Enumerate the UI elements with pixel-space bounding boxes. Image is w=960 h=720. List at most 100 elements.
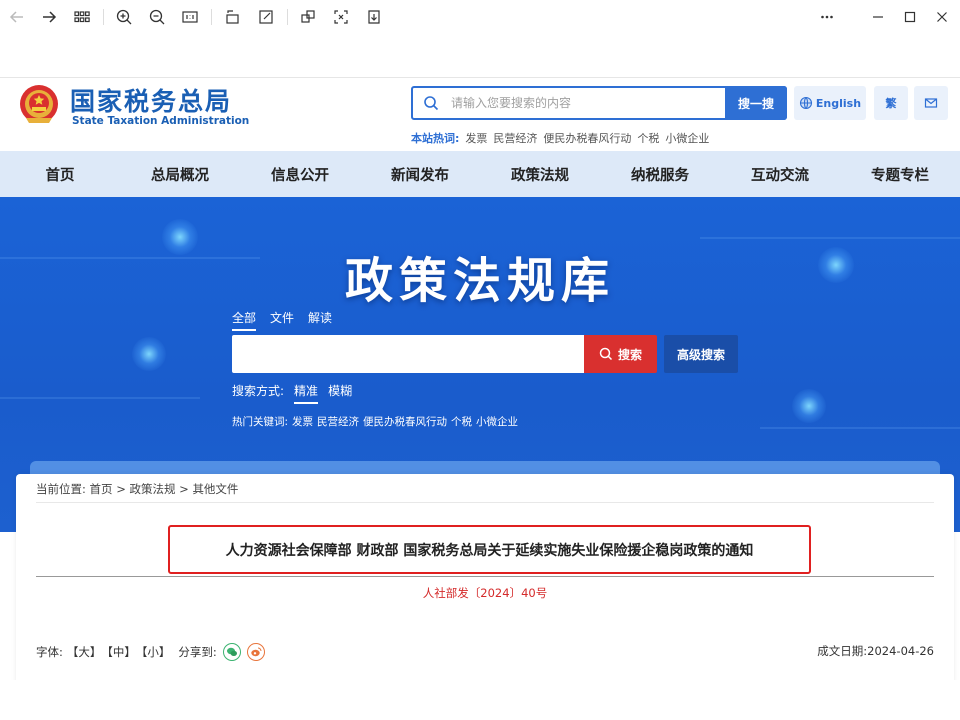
- zoom-out-icon[interactable]: [146, 6, 168, 28]
- document-date: 成文日期:2024-04-26: [817, 643, 934, 659]
- nav-item-tax-service[interactable]: 纳税服务: [600, 151, 720, 197]
- font-small-button[interactable]: 【小】: [136, 644, 171, 660]
- tab-all[interactable]: 全部: [232, 309, 257, 331]
- toolbar-divider: [211, 9, 212, 25]
- hot-word-link[interactable]: 发票: [465, 132, 487, 145]
- more-icon[interactable]: [814, 6, 840, 28]
- edit-icon[interactable]: [255, 6, 277, 28]
- maximize-icon[interactable]: [897, 6, 923, 28]
- grid-icon[interactable]: [71, 6, 93, 28]
- mode-fuzzy[interactable]: 模糊: [328, 382, 352, 404]
- zoom-in-icon[interactable]: [113, 6, 135, 28]
- breadcrumb-label: 当前位置:: [36, 482, 86, 496]
- policy-search-button[interactable]: 搜索: [584, 335, 657, 373]
- webpage: 国家税务总局 State Taxation Administration 搜一搜…: [0, 77, 960, 680]
- title-divider: [36, 576, 934, 577]
- weibo-icon[interactable]: [246, 643, 265, 661]
- hot-keyword-link[interactable]: 民营经济: [317, 416, 359, 428]
- banner-decoration: [700, 237, 960, 239]
- national-emblem-icon[interactable]: [16, 82, 62, 128]
- breadcrumb-divider: [36, 502, 934, 503]
- highlight-box: 人力资源社会保障部 财政部 国家税务总局关于延续实施失业保险援企稳岗政策的通知: [168, 525, 811, 574]
- banner-light-decoration: [132, 337, 166, 371]
- mail-button[interactable]: [914, 86, 948, 120]
- rotate-icon[interactable]: [222, 6, 244, 28]
- close-icon[interactable]: [929, 6, 955, 28]
- minimize-icon[interactable]: [865, 6, 891, 28]
- hot-keywords-label: 热门关键词:: [232, 416, 289, 428]
- share-label: 分享到:: [178, 645, 217, 659]
- site-hot-words: 本站热词: 发票 民营经济 便民办税春风行动 个税 小微企业: [411, 130, 709, 146]
- policy-search-input[interactable]: [232, 335, 584, 373]
- site-search-button[interactable]: 搜一搜: [725, 86, 787, 120]
- viewer-bottom-area: [0, 680, 960, 720]
- breadcrumb-item-policy[interactable]: 政策法规: [129, 482, 175, 496]
- actual-size-icon[interactable]: [179, 6, 201, 28]
- breadcrumb: 当前位置: 首页 > 政策法规 > 其他文件: [36, 481, 238, 497]
- breadcrumb-separator: >: [116, 482, 126, 496]
- document-number: 人社部发〔2024〕40号: [422, 586, 548, 600]
- hot-word-link[interactable]: 民营经济: [493, 132, 537, 145]
- nav-item-overview[interactable]: 总局概况: [120, 151, 240, 197]
- english-button-label: English: [815, 96, 862, 110]
- site-search-box: 搜一搜: [411, 86, 787, 120]
- tab-interpretation[interactable]: 解读: [308, 309, 332, 331]
- nav-item-disclosure[interactable]: 信息公开: [240, 151, 360, 197]
- mode-exact[interactable]: 精准: [294, 382, 319, 404]
- search-icon: [599, 347, 613, 361]
- site-logo-cn[interactable]: 国家税务总局: [70, 82, 232, 118]
- hot-word-link[interactable]: 小微企业: [665, 132, 709, 145]
- font-size-label: 字体:: [36, 645, 63, 659]
- hot-keyword-link[interactable]: 小微企业: [476, 416, 518, 428]
- globe-icon: [799, 96, 812, 110]
- banner-search-tabs: 全部 文件 解读: [232, 309, 332, 331]
- font-large-button[interactable]: 【大】: [67, 644, 102, 660]
- nav-item-news[interactable]: 新闻发布: [360, 151, 480, 197]
- font-size-controls: 字体: 【大】 【中】 【小】 分享到:: [36, 643, 265, 661]
- date-label: 成文日期:: [817, 644, 868, 658]
- viewer-toolbar: [0, 0, 960, 34]
- nav-item-special[interactable]: 专题专栏: [840, 151, 960, 197]
- search-mode-label: 搜索方式:: [232, 384, 285, 398]
- wechat-icon[interactable]: [222, 643, 241, 661]
- banner-shelf-decoration: [30, 461, 940, 475]
- nav-item-policy[interactable]: 政策法规: [480, 151, 600, 197]
- toolbar-divider: [103, 9, 104, 25]
- hot-keyword-link[interactable]: 发票: [292, 416, 313, 428]
- arrow-right-icon[interactable]: [38, 6, 60, 28]
- site-logo-en[interactable]: State Taxation Administration: [72, 115, 249, 127]
- nav-item-home[interactable]: 首页: [0, 151, 120, 197]
- hot-keyword-link[interactable]: 便民办税春风行动: [363, 416, 447, 428]
- breadcrumb-item-home[interactable]: 首页: [90, 482, 113, 496]
- search-mode: 搜索方式: 精准 模糊: [232, 382, 352, 404]
- hot-word-link[interactable]: 便民办税春风行动: [543, 132, 631, 145]
- advanced-search-button[interactable]: 高级搜索: [664, 335, 738, 373]
- viewer-spacer: [0, 34, 960, 77]
- tab-documents[interactable]: 文件: [270, 309, 294, 331]
- font-medium-button[interactable]: 【中】: [101, 644, 136, 660]
- crop-icon[interactable]: [330, 6, 352, 28]
- breadcrumb-separator: >: [179, 482, 189, 496]
- traditional-chinese-button[interactable]: 繁: [874, 86, 908, 120]
- hot-keyword-link[interactable]: 个税: [451, 416, 472, 428]
- main-nav: 首页 总局概况 信息公开 新闻发布 政策法规 纳税服务 互动交流 专题专栏: [0, 151, 960, 197]
- document-card: 当前位置: 首页 > 政策法规 > 其他文件 人力资源社会保障部 财政部 国家税…: [16, 474, 954, 680]
- copy-icon[interactable]: [297, 6, 319, 28]
- date-value: 2024-04-26: [867, 644, 934, 658]
- toolbar-divider: [287, 9, 288, 25]
- banner-decoration: [0, 397, 200, 399]
- hot-words-label: 本站热词:: [411, 132, 460, 145]
- nav-item-interaction[interactable]: 互动交流: [720, 151, 840, 197]
- breadcrumb-item-other[interactable]: 其他文件: [192, 482, 238, 496]
- download-icon[interactable]: [363, 6, 385, 28]
- banner-light-decoration: [792, 389, 826, 423]
- english-button[interactable]: English: [794, 86, 866, 120]
- site-header: 国家税务总局 State Taxation Administration 搜一搜…: [0, 78, 960, 151]
- hot-word-link[interactable]: 个税: [637, 132, 659, 145]
- arrow-left-icon[interactable]: [6, 6, 28, 28]
- banner-title: 政策法规库: [344, 253, 615, 309]
- search-icon: [424, 96, 439, 111]
- document-title: 人力资源社会保障部 财政部 国家税务总局关于延续实施失业保险援企稳岗政策的通知: [225, 542, 754, 559]
- site-search-input[interactable]: [451, 88, 721, 118]
- mail-icon: [924, 98, 938, 108]
